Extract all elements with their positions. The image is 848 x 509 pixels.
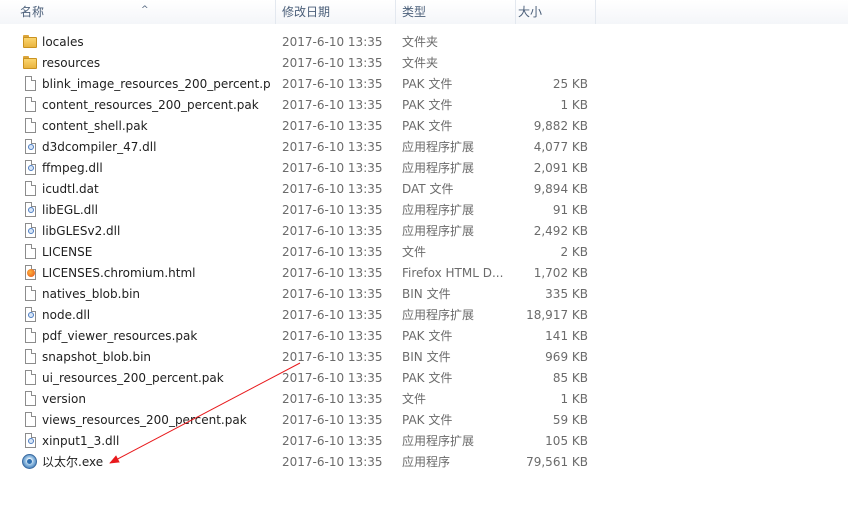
annotation-arrow-line [109, 362, 301, 464]
annotation-arrow [109, 362, 301, 464]
